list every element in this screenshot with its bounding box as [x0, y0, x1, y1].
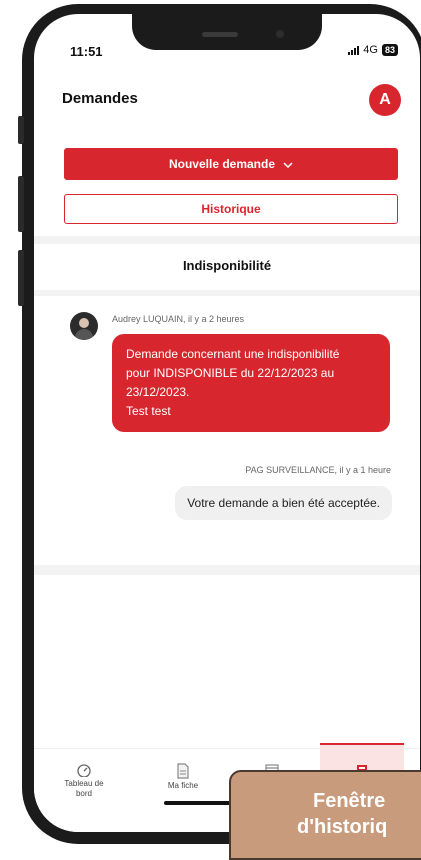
tab-label: Tableau de [64, 779, 104, 788]
signal-icon [348, 45, 360, 55]
message-line: Test test [126, 404, 171, 418]
message-line: Demande concernant une indisponibilité [126, 347, 340, 361]
phone-button [18, 250, 24, 306]
message-bubble-request: Demande concernant une indisponibilité p… [112, 334, 390, 432]
battery-icon: 83 [381, 44, 398, 56]
status-time: 11:51 [70, 44, 103, 59]
page-title: Demandes [62, 90, 138, 107]
divider [34, 236, 420, 244]
phone-button [18, 176, 24, 232]
document-icon [177, 763, 189, 779]
section-title: Indisponibilité [182, 258, 272, 273]
chevron-down-icon [283, 157, 293, 171]
callout-line: d'historiq [297, 816, 388, 838]
app-screen: 11:51 4G 83 Demandes A Nouvelle demande … [34, 14, 420, 832]
tab-dashboard[interactable]: Tableau de bord [49, 763, 119, 799]
phone-button [18, 116, 24, 144]
tab-label: Ma fiche [167, 781, 199, 790]
tab-my-profile[interactable]: Ma fiche [148, 763, 218, 791]
new-request-button[interactable]: Nouvelle demande [64, 148, 398, 180]
tab-label: bord [75, 789, 92, 798]
divider [34, 290, 420, 296]
divider [34, 565, 420, 575]
message-line: pour INDISPONIBLE du 22/12/2023 au [126, 366, 335, 380]
message-line: 23/12/2023. [126, 385, 190, 399]
author-avatar [70, 312, 98, 340]
history-button[interactable]: Historique [64, 194, 398, 224]
annotation-callout: Fenêtre d'historiq [229, 770, 421, 860]
status-indicators: 4G 83 [348, 44, 398, 56]
message-meta: PAG SURVEILLANCE, il y a 1 heure [245, 465, 391, 475]
new-request-label: Nouvelle demande [168, 157, 276, 171]
gauge-icon [77, 764, 91, 777]
message-bubble-reply: Votre demande a bien été acceptée. [175, 486, 392, 520]
network-label: 4G [363, 44, 378, 56]
avatar[interactable]: A [369, 84, 401, 116]
message-meta: Audrey LUQUAIN, il y a 2 heures [112, 314, 245, 324]
notch [132, 14, 322, 50]
callout-line: Fenêtre [313, 790, 386, 812]
